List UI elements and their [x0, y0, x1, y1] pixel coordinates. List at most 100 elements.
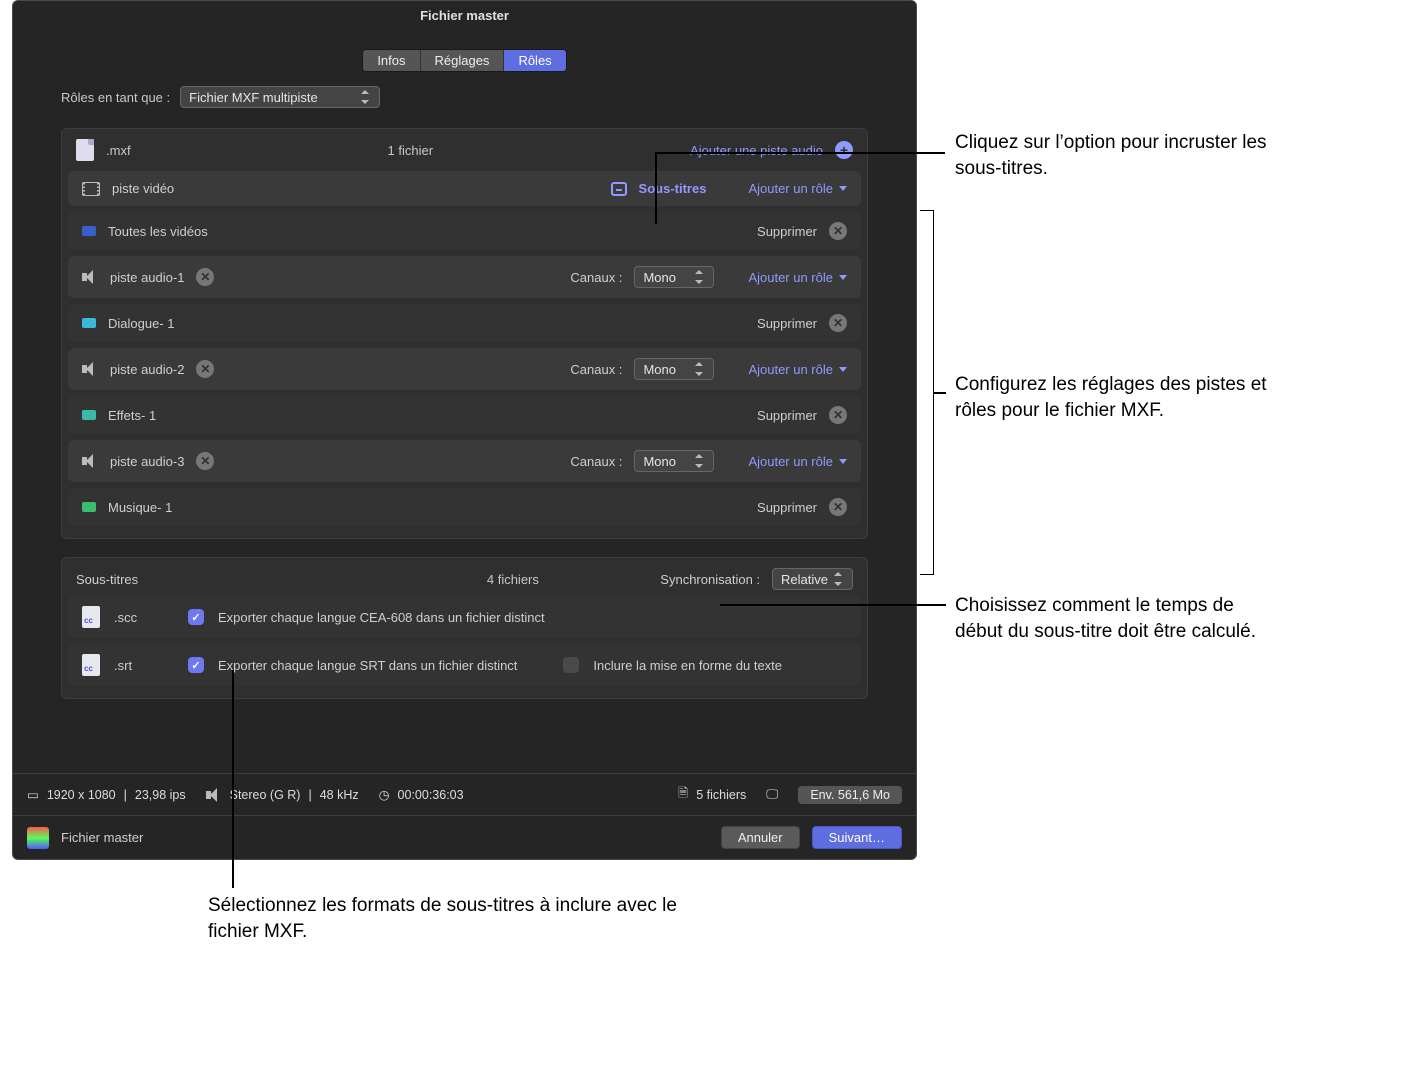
caption-ext: .scc: [114, 610, 174, 625]
window-title: Fichier master: [13, 1, 916, 29]
remove-button[interactable]: ✕: [829, 406, 847, 424]
clock-icon: ◷: [379, 787, 390, 802]
remove-label: Supprimer: [757, 224, 817, 239]
channels-label: Canaux :: [570, 454, 622, 469]
include-formatting-label: Inclure la mise en forme du texte: [593, 658, 782, 673]
add-role-button[interactable]: Ajouter un rôle: [748, 270, 847, 285]
remove-button[interactable]: ✕: [829, 314, 847, 332]
cancel-button[interactable]: Annuler: [721, 826, 800, 849]
file-count: 5 fichiers: [696, 788, 746, 802]
roles-as-value: Fichier MXF multipiste: [189, 90, 318, 105]
caption-format-row: .srt ✓ Exporter chaque langue SRT dans un …: [68, 644, 861, 686]
speaker-icon: [82, 270, 98, 284]
add-role-button[interactable]: Ajouter un rôle: [748, 362, 847, 377]
status-bar: ▭ 1920 x 1080 | 23,98 ips Stereo (G R) |…: [13, 773, 916, 815]
updown-icon: [361, 90, 371, 104]
film-icon: [82, 182, 100, 196]
display-icon: 🖵: [766, 787, 778, 802]
callout-tracks: Configurez les réglages des pistes et rô…: [955, 372, 1285, 423]
channel-value: Mono: [643, 362, 676, 377]
caption-file-icon: [82, 654, 100, 676]
master-thumb-icon: [27, 827, 49, 849]
remove-button[interactable]: ✕: [829, 498, 847, 516]
callout-line: [934, 392, 946, 394]
export-distinct-label: Exporter chaque langue CEA-608 dans un f…: [218, 610, 545, 625]
channel-select[interactable]: Mono: [634, 450, 714, 472]
export-distinct-checkbox[interactable]: ✓: [188, 609, 204, 625]
callout-bracket: [920, 210, 934, 575]
video-subrow: Toutes les vidéos Supprimer ✕: [68, 212, 861, 250]
audio-track-row: piste audio-1✕Canaux :MonoAjouter un rôl…: [68, 256, 861, 298]
add-role-button[interactable]: Ajouter un rôle: [748, 454, 847, 469]
remove-track-button[interactable]: ✕: [196, 452, 214, 470]
speaker-icon: [82, 454, 98, 468]
callout-sync: Choisissez comment le temps de début du …: [955, 593, 1285, 644]
sync-value: Relative: [781, 572, 828, 587]
channel-select[interactable]: Mono: [634, 266, 714, 288]
role-chip: [82, 502, 96, 512]
caption-file-icon: [82, 606, 100, 628]
remove-button[interactable]: ✕: [829, 222, 847, 240]
video-add-role-button[interactable]: Ajouter un rôle: [748, 181, 847, 196]
mxf-count: 1 fichier: [388, 143, 434, 158]
tab-reglages[interactable]: Réglages: [421, 50, 505, 71]
audio-subrow-label: Effets- 1: [108, 408, 156, 423]
callout-line: [655, 152, 945, 154]
plus-icon[interactable]: +: [835, 141, 853, 159]
caption-ext: .srt: [114, 658, 174, 673]
include-formatting-checkbox[interactable]: ✓: [563, 657, 579, 673]
captions-card: Sous-titres 4 fichiers Synchronisation :…: [61, 557, 868, 699]
caption-format-row: .scc ✓ Exporter chaque langue CEA-608 dans…: [68, 596, 861, 638]
next-button[interactable]: Suivant…: [812, 826, 902, 849]
remove-label: Supprimer: [757, 316, 817, 331]
callout-burn: Cliquez sur l’option pour incruster les …: [955, 130, 1285, 181]
audio-subrow-label: Musique- 1: [108, 500, 172, 515]
updown-icon: [834, 572, 844, 586]
remove-label: Supprimer: [757, 500, 817, 515]
chevron-down-icon: [839, 459, 847, 464]
audio-track-label: piste audio-1: [110, 270, 184, 285]
chevron-down-icon: [839, 275, 847, 280]
captions-header: Sous-titres: [76, 572, 138, 587]
tab-infos[interactable]: Infos: [363, 50, 420, 71]
footer-master: Fichier master: [61, 830, 143, 845]
sync-select[interactable]: Relative: [772, 568, 853, 590]
audio-track-row: piste audio-2✕Canaux :MonoAjouter un rôl…: [68, 348, 861, 390]
channel-value: Mono: [643, 454, 676, 469]
role-chip: [82, 410, 96, 420]
chevron-down-icon: [839, 186, 847, 191]
export-distinct-label: Exporter chaque langue SRT dans un fichi…: [218, 658, 517, 673]
updown-icon: [695, 454, 705, 468]
video-track-label: piste vidéo: [112, 181, 174, 196]
monitor-icon: ▭: [27, 787, 39, 802]
callout-formats: Sélectionnez les formats de sous-titres …: [208, 893, 708, 944]
audio-track-row: piste audio-3✕Canaux :MonoAjouter un rôl…: [68, 440, 861, 482]
speaker-icon: [206, 788, 222, 802]
audio-subrow-label: Dialogue- 1: [108, 316, 175, 331]
burn-captions-button[interactable]: Sous-titres: [639, 181, 707, 196]
remove-label: Supprimer: [757, 408, 817, 423]
captions-count: 4 fichiers: [487, 572, 539, 587]
estimated-size: Env. 561,6 Mo: [798, 786, 902, 804]
chevron-down-icon: [839, 367, 847, 372]
remove-track-button[interactable]: ✕: [196, 360, 214, 378]
callout-line: [655, 152, 657, 224]
export-distinct-checkbox[interactable]: ✓: [188, 657, 204, 673]
audio-subrow: Dialogue- 1 Supprimer ✕: [68, 304, 861, 342]
roles-as-select[interactable]: Fichier MXF multipiste: [180, 86, 380, 108]
export-dialog: Fichier master Infos Réglages Rôles Rôle…: [12, 0, 917, 860]
files-icon: 🗎: [678, 784, 688, 805]
footer: Fichier master Annuler Suivant…: [13, 815, 916, 859]
remove-track-button[interactable]: ✕: [196, 268, 214, 286]
mxf-file-icon: [76, 139, 94, 161]
channel-select[interactable]: Mono: [634, 358, 714, 380]
audio-subrow: Effets- 1 Supprimer ✕: [68, 396, 861, 434]
add-audio-track-button[interactable]: Ajouter une piste audio: [690, 143, 823, 158]
audio-subrow: Musique- 1 Supprimer ✕: [68, 488, 861, 526]
tab-roles[interactable]: Rôles: [504, 50, 565, 71]
mxf-ext: .mxf: [106, 143, 131, 158]
role-chip: [82, 226, 96, 236]
audio-track-label: piste audio-2: [110, 362, 184, 377]
audio-mode: Stereo (G R): [230, 788, 301, 802]
mxf-card: .mxf 1 fichier Ajouter une piste audio +…: [61, 128, 868, 539]
